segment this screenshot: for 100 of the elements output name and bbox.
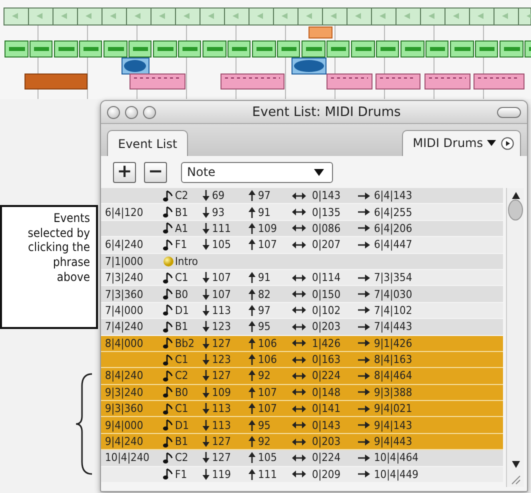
note-icon — [163, 370, 173, 382]
note-length: 0|114 — [312, 271, 342, 284]
velocity: 127 — [212, 435, 232, 448]
right-arrow-icon — [358, 322, 370, 331]
note-length: 0|102 — [312, 304, 342, 317]
note-name: B1 — [175, 320, 190, 334]
double-arrow-icon — [292, 388, 306, 396]
double-arrow-icon — [292, 339, 306, 348]
note-length: 1|426 — [312, 336, 342, 350]
window-minimize-button[interactable] — [125, 106, 138, 118]
down-arrow-icon — [202, 321, 210, 332]
event-position: 7|3|360 — [105, 288, 144, 301]
release-velocity: 92 — [258, 435, 272, 448]
event-row[interactable]: 6|4|120 B1 93 91 0|135 6|4|255 — [101, 204, 503, 221]
event-row[interactable]: 7|4|000 D1 113 97 0|102 7|4|102 — [101, 302, 503, 320]
note-name: C1 — [175, 353, 190, 366]
event-row[interactable]: 7|3|240 C1 107 91 0|114 7|3|354 — [101, 270, 503, 286]
event-row[interactable]: 8|4|000 Bb2 127 106 1|426 9|1|426 — [101, 336, 503, 352]
down-arrow-icon — [202, 239, 210, 250]
play-icon[interactable] — [501, 136, 514, 150]
scroll-thumb[interactable] — [508, 199, 523, 221]
event-position: 8|4|240 — [105, 369, 144, 382]
note-icon — [163, 419, 173, 432]
note-length: 0|141 — [312, 402, 342, 416]
up-arrow-icon — [248, 206, 256, 218]
window-close-button[interactable] — [107, 106, 120, 118]
double-arrow-icon — [292, 274, 306, 282]
note-length: 0|163 — [312, 353, 342, 366]
velocity: 111 — [212, 222, 232, 235]
velocity: 127 — [212, 451, 232, 464]
event-row[interactable]: C2 69 97 0|143 6|4|143 — [101, 188, 503, 204]
double-arrow-icon — [292, 438, 306, 446]
event-row[interactable]: 9|4|240 B1 127 92 0|203 9|4|443 — [101, 434, 503, 450]
note-icon — [163, 386, 173, 398]
note-icon — [163, 272, 173, 284]
down-arrow-icon — [202, 386, 210, 398]
note-end: 10|4|464 — [374, 451, 420, 464]
double-arrow-icon — [292, 240, 306, 249]
down-arrow-icon — [202, 190, 210, 202]
velocity: 113 — [212, 402, 232, 416]
down-arrow-icon — [202, 370, 210, 382]
event-row[interactable]: 9|3|360 C1 113 107 0|141 9|4|021 — [101, 401, 503, 418]
event-position: 7|4|000 — [105, 304, 144, 317]
event-row[interactable]: 7|3|360 B0 107 82 0|150 7|4|030 — [101, 286, 503, 303]
double-arrow-icon — [292, 192, 306, 200]
release-velocity: 82 — [258, 288, 272, 301]
right-arrow-icon — [358, 240, 370, 249]
event-type-dropdown[interactable]: Note — [181, 162, 333, 182]
double-arrow-icon — [292, 208, 306, 216]
right-arrow-icon — [358, 421, 370, 430]
right-arrow-icon — [358, 192, 370, 200]
note-name: C2 — [175, 189, 190, 202]
resize-grip-icon[interactable] — [510, 474, 521, 485]
note-end: 9|1|426 — [374, 336, 414, 350]
event-row[interactable]: F1 119 111 0|209 10|4|449 — [101, 466, 503, 484]
window-zoom-button[interactable] — [143, 106, 156, 118]
down-arrow-icon — [202, 354, 210, 366]
note-length: 0|143 — [312, 418, 342, 432]
event-row[interactable]: 9|4|000 D1 113 95 0|143 9|4|143 — [101, 417, 503, 434]
velocity: 113 — [212, 418, 232, 432]
note-icon — [163, 288, 173, 300]
remove-button[interactable]: − — [144, 162, 167, 182]
event-row[interactable]: 9|3|240 B0 109 107 0|148 9|3|388 — [101, 384, 503, 402]
note-icon — [163, 238, 173, 251]
velocity: 107 — [212, 288, 232, 301]
add-button[interactable]: + — [113, 162, 136, 182]
release-velocity: 91 — [258, 206, 272, 219]
note-length: 0|224 — [312, 369, 342, 382]
release-velocity: 107 — [258, 402, 278, 416]
note-length: 0|135 — [312, 206, 342, 219]
event-row[interactable]: 7|4|240 B1 123 95 0|203 7|4|443 — [101, 319, 503, 336]
release-velocity: 107 — [258, 386, 278, 399]
event-row[interactable]: A1 111 109 0|086 6|4|206 — [101, 220, 503, 238]
note-name: B1 — [175, 206, 190, 219]
velocity: 113 — [212, 304, 232, 317]
tab[interactable]: Event List — [107, 130, 188, 156]
right-arrow-icon — [358, 372, 370, 380]
right-arrow-icon — [358, 388, 370, 396]
caret-icon — [487, 140, 496, 146]
event-row[interactable]: C1 123 106 0|163 8|4|163 — [101, 352, 503, 368]
release-velocity: 111 — [258, 468, 278, 481]
note-name: C1 — [175, 271, 190, 284]
note-end: 8|4|163 — [374, 353, 414, 366]
scroll-down-icon[interactable] — [512, 461, 520, 468]
release-velocity: 92 — [258, 369, 272, 382]
up-arrow-icon — [248, 420, 256, 431]
note-length: 0|143 — [312, 189, 342, 202]
up-arrow-icon — [248, 288, 256, 300]
event-row[interactable]: 7|1|000 Intro — [101, 254, 503, 270]
toolbar-toggle-button[interactable] — [497, 106, 521, 118]
event-row[interactable]: 10|4|240 C2 127 105 0|224 10|4|464 — [101, 450, 503, 467]
right-arrow-icon — [358, 470, 370, 478]
right-arrow-icon — [358, 404, 370, 413]
double-arrow-icon — [292, 404, 306, 413]
event-position: 9|4|000 — [105, 418, 144, 432]
callout-text: Events selected by clicking the phrase above — [26, 210, 91, 284]
event-row[interactable]: 6|4|240 F1 105 107 0|207 6|4|447 — [101, 237, 503, 254]
up-arrow-icon — [248, 403, 256, 414]
event-row[interactable]: 8|4|240 C2 127 92 0|224 8|4|464 — [101, 368, 503, 385]
double-arrow-icon — [292, 306, 306, 314]
